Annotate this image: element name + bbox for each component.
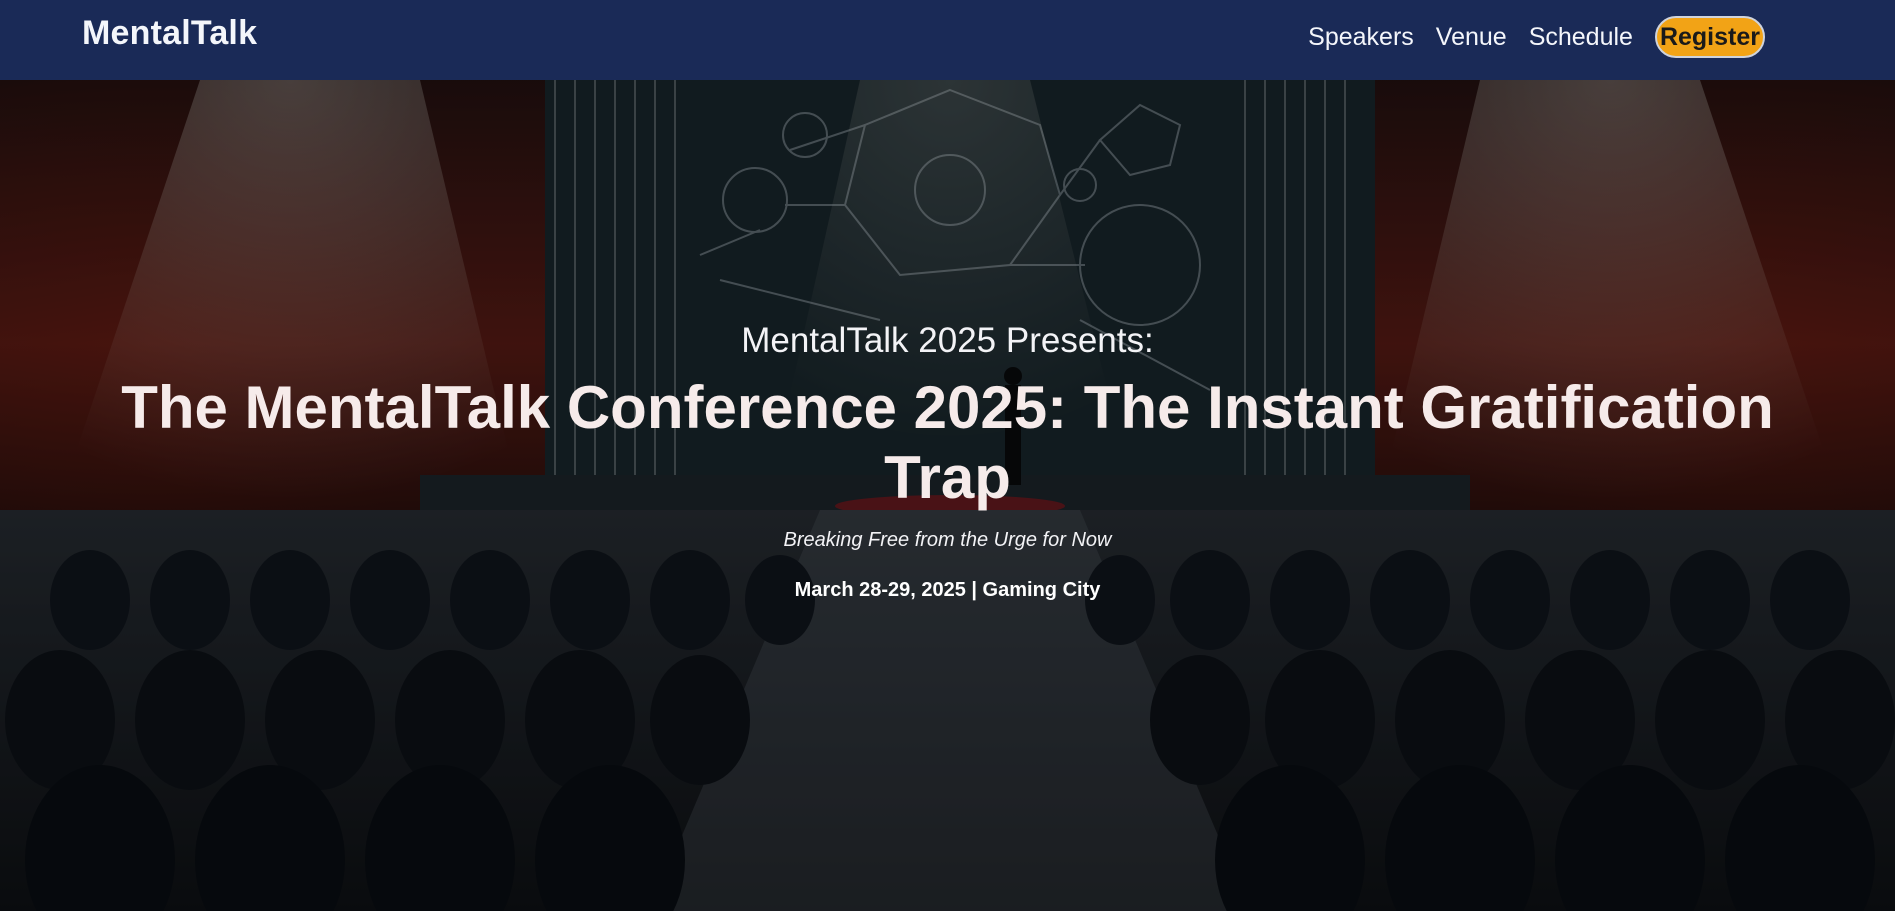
hero-dateline: March 28-29, 2025 | Gaming City	[794, 579, 1101, 601]
nav-links: Speakers Venue Schedule Register	[1308, 16, 1765, 58]
register-button[interactable]: Register	[1654, 16, 1765, 58]
top-navbar: MentalTalk Speakers Venue Schedule Regis…	[0, 0, 1895, 80]
hero-subtitle: Breaking Free from the Urge for Now	[783, 529, 1112, 551]
hero-title: The MentalTalk Conference 2025: The Inst…	[121, 374, 1774, 511]
nav-link-speakers[interactable]: Speakers	[1308, 20, 1414, 54]
hero-section: MentalTalk 2025 Presents: The MentalTalk…	[0, 80, 1895, 911]
brand-logo-text[interactable]: MentalTalk	[82, 14, 257, 53]
hero-eyebrow: MentalTalk 2025 Presents:	[741, 321, 1154, 360]
nav-link-schedule[interactable]: Schedule	[1529, 20, 1633, 54]
nav-link-venue[interactable]: Venue	[1436, 20, 1507, 54]
